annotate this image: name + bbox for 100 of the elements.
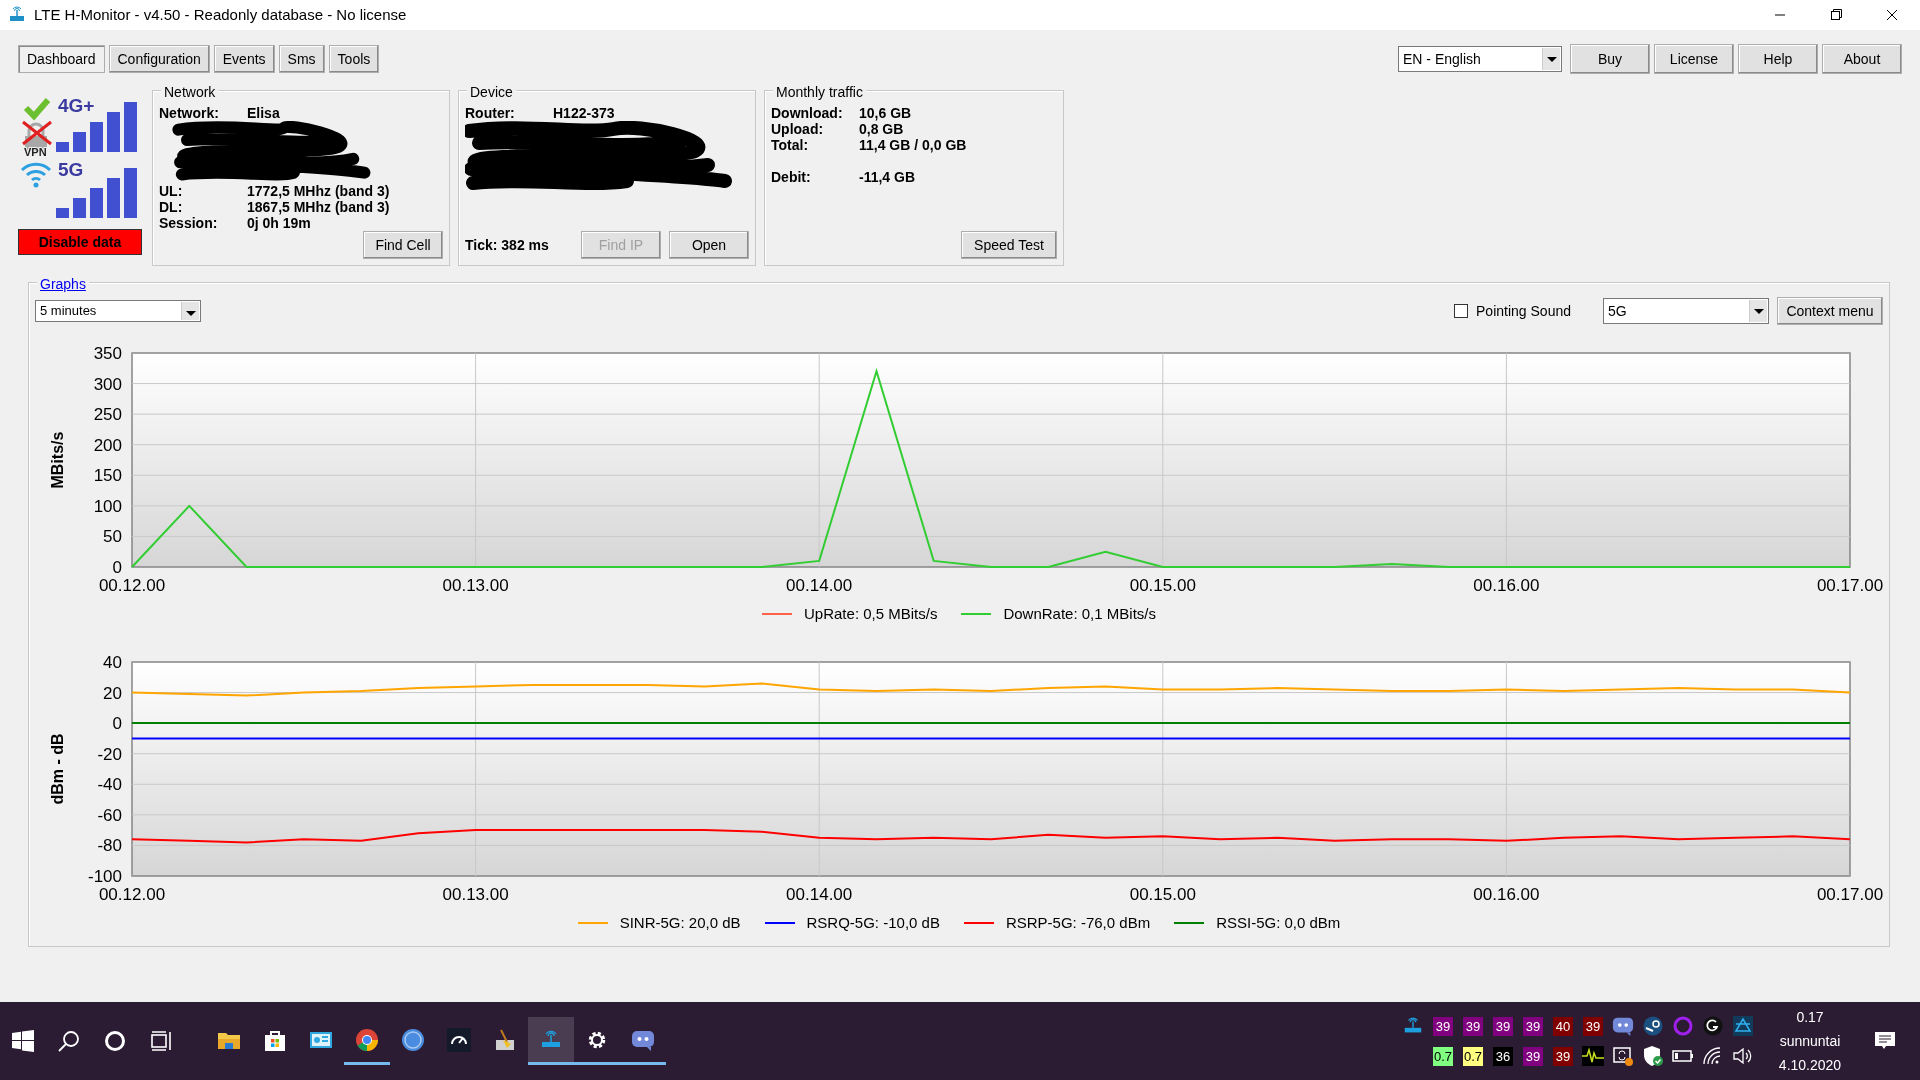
tray-badge[interactable]: 39 [1583,1016,1603,1036]
tab[interactable]: Tools [328,45,380,73]
axis-tick-label: 350 [93,344,122,363]
find-cell-button[interactable]: Find Cell [363,231,443,259]
tray-badge[interactable]: 39 [1523,1046,1543,1066]
axis-title: dBm - dB [49,732,66,805]
field-value: Elisa [247,105,280,121]
field-label: UL: [159,183,184,199]
pulse-icon[interactable] [1582,1046,1604,1066]
dashboard-icon [309,1029,333,1050]
browser-icon [355,1027,379,1052]
axis-tick-label: 00.15.00 [1129,576,1196,595]
legend-label: DownRate: 0,1 MBits/s [1003,604,1156,624]
gauge-icon [447,1027,471,1052]
axis-tick-label: 00.13.00 [442,884,509,904]
task-view-icon[interactable] [150,1030,172,1052]
tray-badge[interactable]: 0.7 [1462,1046,1484,1066]
field-value: 0,8 GB [859,121,904,137]
tray-badge[interactable]: 36 [1493,1046,1513,1066]
field-label: Download: [771,105,844,121]
clock-text: sunnuntai [1778,1032,1842,1051]
axis-tick-label: 0 [112,713,122,733]
axis-tick-label: -100 [87,866,122,886]
clock-text: 4.10.2020 [1777,1056,1843,1075]
tray-badge[interactable]: 39 [1553,1046,1573,1066]
field-value: 1867,5 MHhz (band 3) [247,199,390,215]
network-type-label: 4G+ [58,95,95,116]
field-label: DL: [159,199,184,215]
legend-swatch [961,613,992,616]
axis-tick-label: 00.15.00 [1129,884,1196,904]
axis-tick-label: 00.12.00 [98,884,166,904]
axis-tick-label: 50 [103,527,122,547]
tray-badge[interactable]: 0.7 [1432,1046,1454,1066]
axis-tick-label: -80 [97,835,122,855]
tray-badge[interactable]: 39 [1463,1016,1483,1036]
field-value: 11,4 GB / 0,0 GB [859,137,967,153]
axis-tick-label: -60 [97,805,122,825]
speed-test-button[interactable]: Speed Test [961,231,1057,259]
battery-icon[interactable] [1672,1049,1694,1063]
legend-swatch [762,613,792,616]
disable-data-button[interactable]: Disable data [18,229,142,255]
field-value: -11,4 GB [859,169,916,185]
field-label: Total: [771,137,810,153]
language-dropdown[interactable]: EN - English [1398,46,1562,72]
tab[interactable]: Configuration [108,45,210,73]
tab[interactable]: Sms [278,45,325,73]
tray-badge[interactable]: 39 [1523,1016,1543,1036]
field-label: Router: [465,105,516,121]
band-dropdown[interactable]: 5G [1603,298,1769,324]
axis-tick-label: 100 [93,496,122,516]
tray-badge[interactable]: 40 [1553,1016,1573,1036]
field-label: Debit: [771,169,812,185]
device-button[interactable]: Open [669,231,749,259]
shield-icon[interactable] [1642,1045,1664,1067]
tab[interactable]: Dashboard [18,45,105,73]
tab[interactable]: Events [213,45,275,73]
cross-icon [21,120,53,146]
tray-badge[interactable]: 39 [1433,1016,1453,1036]
field-value: 10,6 GB [859,105,912,121]
toolbar-button[interactable]: Help [1738,44,1818,74]
axis-tick-label: 150 [93,466,122,486]
axis-tick-label: 250 [93,405,122,425]
chat-bubble-icon [631,1028,655,1051]
legend-swatch [1174,921,1205,924]
axis-tick-label: 00.16.00 [1473,576,1540,595]
toolbar-button[interactable]: About [1822,44,1902,74]
field-value: 1772,5 MHhz (band 3) [247,183,390,199]
axis-tick-label: 0 [112,558,122,577]
ring-icon[interactable] [1673,1016,1693,1036]
circle-icon[interactable] [104,1030,126,1052]
start-icon[interactable] [12,1030,34,1052]
field-value: H122-373 [553,105,615,121]
sync-icon[interactable] [1612,1045,1634,1067]
legend-label: UpRate: 0,5 MBits/s [804,604,938,624]
window-title: LTE H-Monitor - v4.50 - Readonly database - No license [34,4,408,25]
axis-tick-label: -20 [97,744,122,764]
round-app-icon [401,1027,425,1052]
period-dropdown[interactable]: 5 minutes [35,300,201,322]
axis-tick-label: 00.12.00 [98,576,166,595]
tray-badge[interactable]: 39 [1493,1016,1513,1036]
broom-icon [493,1027,517,1052]
axis-tick-label: 300 [93,374,122,394]
network-type-label: 5G [58,159,84,180]
axis-tick-label: 200 [93,435,122,455]
context-menu-button[interactable]: Context menu [1777,297,1883,325]
axis-tick-label: 20 [103,683,122,703]
steam-icon[interactable] [1643,1016,1663,1036]
wifi-icon [20,162,52,188]
legend-swatch [764,921,795,924]
checkbox-label: Pointing Sound [1476,301,1571,321]
toolbar-button[interactable]: Buy [1570,44,1650,74]
search-icon[interactable] [58,1030,80,1052]
speaker-icon[interactable] [1732,1046,1754,1066]
app-icon [8,6,26,24]
chat-bubble-icon[interactable] [1612,1015,1634,1037]
axis-tick-label: 00.17.00 [1816,576,1884,595]
checkbox[interactable] [1454,304,1469,318]
toolbar-button[interactable]: License [1654,44,1734,74]
logo-icon[interactable] [1703,1016,1723,1036]
check-icon [23,98,51,121]
